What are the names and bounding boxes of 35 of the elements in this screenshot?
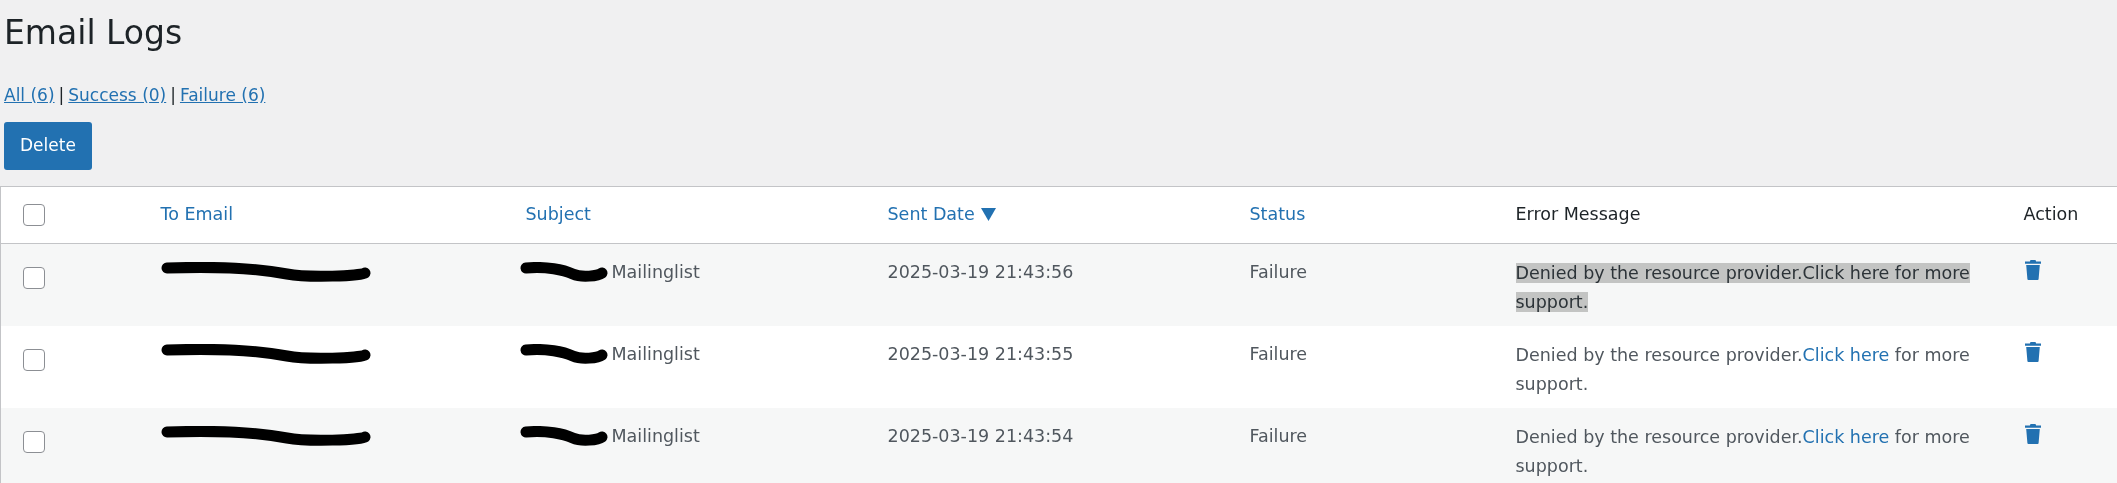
- support-link[interactable]: Click here: [1802, 344, 1890, 365]
- separator: |: [170, 83, 176, 107]
- email-subject: Mailinglist: [611, 343, 700, 364]
- sent-date: 2025-03-19 21:43:55: [887, 343, 1074, 364]
- filter-link[interactable]: Success (0): [68, 82, 167, 109]
- column-header-link[interactable]: Subject: [525, 203, 591, 224]
- delete-button[interactable]: Delete: [4, 122, 92, 170]
- status-text: Failure: [1249, 425, 1308, 446]
- trash-icon[interactable]: [2024, 341, 2041, 362]
- error-message: Denied by the resource provider.Click here for more support.: [1515, 425, 1971, 478]
- column-header-link[interactable]: Status: [1249, 203, 1306, 224]
- filter-link[interactable]: All (6): [4, 82, 55, 109]
- error-message: Denied by the resource provider.Click here for more support.: [1515, 262, 1971, 315]
- support-link[interactable]: Click here: [1802, 263, 1890, 284]
- email-subject: Mailinglist: [611, 262, 700, 283]
- status-text: Failure: [1249, 343, 1308, 364]
- support-link[interactable]: Click here: [1802, 426, 1890, 447]
- trash-icon[interactable]: [2024, 423, 2041, 444]
- checkbox[interactable]: [23, 348, 45, 371]
- checkbox[interactable]: [23, 430, 45, 453]
- column-header: Action: [2023, 203, 2079, 224]
- column-header-link[interactable]: To Email: [160, 203, 234, 224]
- error-message: Denied by the resource provider.Click here for more support.: [1515, 343, 1971, 396]
- sent-date: 2025-03-19 21:43:54: [887, 425, 1074, 446]
- sent-date: 2025-03-19 21:43:56: [887, 262, 1074, 283]
- column-header: Error Message: [1515, 203, 1641, 224]
- column-header-link[interactable]: Sent Date: [887, 203, 975, 224]
- page-title: Email Logs: [4, 12, 184, 54]
- filter-link[interactable]: Failure (6): [179, 82, 266, 109]
- trash-icon[interactable]: [2024, 260, 2041, 281]
- separator: |: [58, 83, 65, 107]
- checkbox[interactable]: [23, 267, 45, 290]
- checkbox[interactable]: [23, 203, 45, 226]
- status-text: Failure: [1249, 262, 1308, 283]
- email-subject: Mailinglist: [611, 425, 700, 446]
